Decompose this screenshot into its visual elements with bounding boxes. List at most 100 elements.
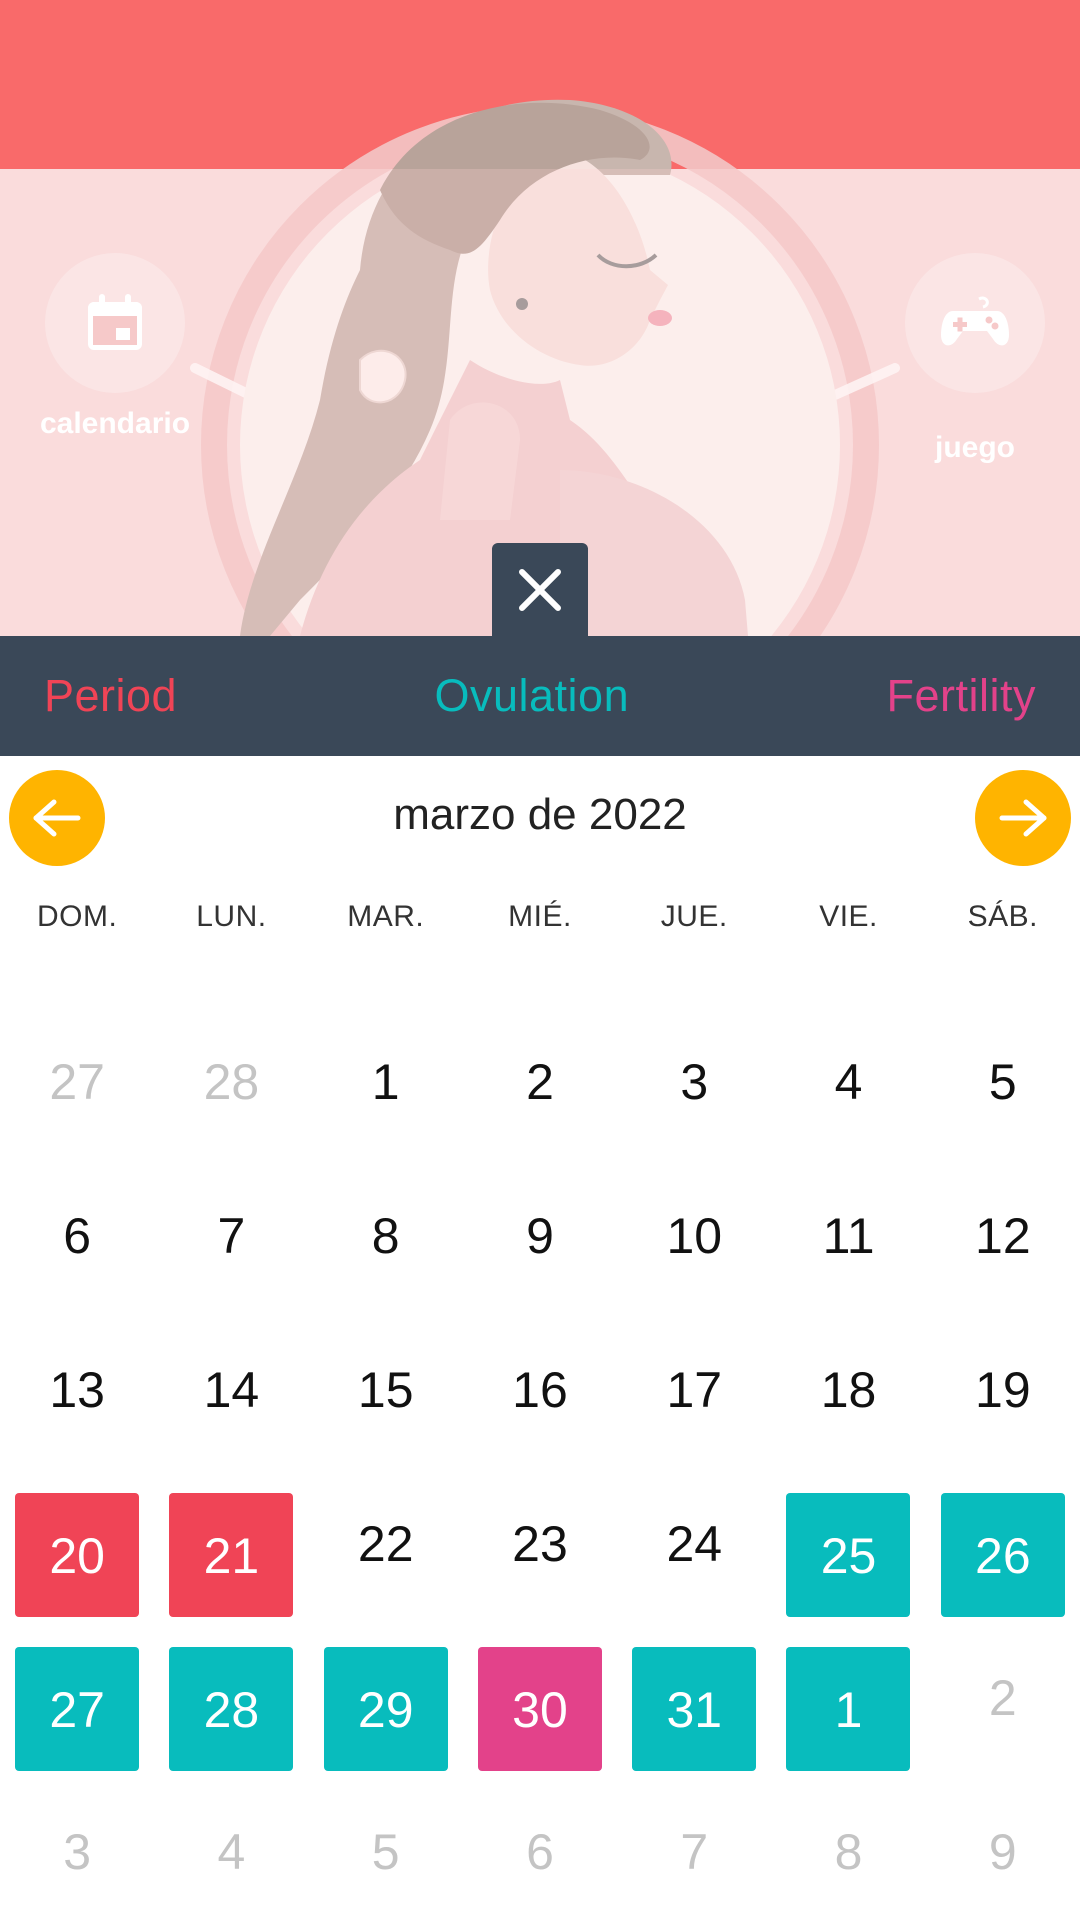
calendar-day-number: 15: [357, 1362, 414, 1418]
calendar-day-cell[interactable]: 10: [617, 1159, 771, 1313]
calendar-day-number: 17: [666, 1362, 723, 1418]
weekday-label: MIÉ.: [508, 900, 572, 933]
next-month-button[interactable]: [975, 770, 1071, 866]
calendar-day-cell[interactable]: 23: [463, 1467, 617, 1621]
calendar-day-number: 27: [49, 1054, 105, 1110]
calendar-week-row: 3 4 5 6 7 8 9: [0, 1775, 1080, 1929]
calendar-day-cell[interactable]: 30: [463, 1621, 617, 1775]
weekday-label: MAR.: [347, 900, 425, 933]
calendar-day-cell[interactable]: 6: [0, 1159, 154, 1313]
calendar-day-number: 3: [63, 1824, 92, 1880]
calendar-day-cell[interactable]: 7: [617, 1775, 771, 1929]
legend-bar: Period Ovulation Fertility: [0, 636, 1080, 756]
calendar-day-number: 5: [988, 1054, 1017, 1110]
calendar-day-cell[interactable]: 13: [0, 1313, 154, 1467]
calendar-day-cell[interactable]: 7: [154, 1159, 308, 1313]
calendar-day-cell[interactable]: 28: [154, 1005, 308, 1159]
arrow-left-icon: [33, 799, 81, 837]
calendar-day-cell[interactable]: 1: [771, 1621, 925, 1775]
calendar-day-cell[interactable]: 29: [309, 1621, 463, 1775]
calendar-day-number: 4: [217, 1824, 246, 1880]
weekday-label: VIE.: [819, 900, 878, 933]
calendar-day-number: 9: [988, 1824, 1017, 1880]
calendar-day-cell[interactable]: 31: [617, 1621, 771, 1775]
calendar-day-cell[interactable]: 2: [463, 1005, 617, 1159]
prev-month-button[interactable]: [9, 770, 105, 866]
calendar-day-cell[interactable]: 8: [771, 1775, 925, 1929]
gamepad-icon: [905, 253, 1045, 393]
calendar-day-cell[interactable]: 4: [154, 1775, 308, 1929]
legend-fertility: Fertility: [886, 670, 1036, 721]
calendar-day-number: 25: [820, 1528, 877, 1584]
calendar-day-cell[interactable]: 16: [463, 1313, 617, 1467]
calendar-feature-button[interactable]: calendario: [20, 253, 210, 441]
calendar-day-cell[interactable]: 27: [0, 1621, 154, 1775]
calendar-day-cell[interactable]: 25: [771, 1467, 925, 1621]
calendar-day-cell[interactable]: 18: [771, 1313, 925, 1467]
close-icon: [519, 569, 561, 611]
calendar-day-number: 30: [512, 1682, 568, 1738]
game-feature-label: juego: [935, 431, 1015, 464]
calendar-day-cell[interactable]: 1: [309, 1005, 463, 1159]
calendar-day-number: 6: [63, 1208, 92, 1264]
calendar-day-cell[interactable]: 17: [617, 1313, 771, 1467]
calendar-day-cell[interactable]: 8: [309, 1159, 463, 1313]
calendar-day-number: 19: [975, 1362, 1031, 1418]
calendar-day-number: 26: [975, 1528, 1031, 1584]
calendar-day-cell[interactable]: 9: [463, 1159, 617, 1313]
calendar-day-cell[interactable]: 19: [926, 1313, 1080, 1467]
calendar-day-cell[interactable]: 6: [463, 1775, 617, 1929]
calendar-day-cell[interactable]: 20: [0, 1467, 154, 1621]
calendar-day-number: 31: [666, 1682, 723, 1738]
calendar-day-cell[interactable]: 11: [771, 1159, 925, 1313]
weekday-label: DOM.: [36, 900, 118, 933]
calendar-day-cell[interactable]: 5: [309, 1775, 463, 1929]
calendar-day-number: 13: [49, 1362, 105, 1418]
calendar-day-number: 1: [834, 1682, 863, 1738]
calendar-week-row: 27 28 1 2 3 4 5: [0, 1005, 1080, 1159]
calendar-day-number: 1: [371, 1054, 400, 1110]
calendar-day-number: 21: [203, 1528, 260, 1584]
calendar-day-cell[interactable]: 5: [926, 1005, 1080, 1159]
legend-ovulation: Ovulation: [434, 670, 630, 721]
calendar-day-number: 11: [822, 1208, 875, 1264]
calendar-day-number: 12: [975, 1208, 1031, 1264]
weekday-label: JUE.: [660, 900, 728, 933]
calendar-day-number: 6: [526, 1824, 554, 1880]
calendar-day-cell[interactable]: 3: [617, 1005, 771, 1159]
calendar-day-number: 29: [357, 1682, 414, 1738]
calendar-day-number: 10: [666, 1208, 723, 1264]
month-title: marzo de 2022: [393, 790, 687, 839]
calendar-day-cell[interactable]: 15: [309, 1313, 463, 1467]
calendar-day-number: 14: [203, 1362, 260, 1418]
calendar-day-cell[interactable]: 28: [154, 1621, 308, 1775]
calendar-day-cell[interactable]: 2: [926, 1621, 1080, 1775]
calendar-day-cell[interactable]: 24: [617, 1467, 771, 1621]
calendar-week-row: 20 21 22 23 24 25 26: [0, 1467, 1080, 1621]
calendar-day-number: 27: [49, 1682, 105, 1738]
weekday-header: DOM. LUN. MAR. MIÉ. JUE. VIE. SÁB.: [0, 900, 1080, 934]
calendar-day-cell[interactable]: 9: [926, 1775, 1080, 1929]
calendar-day-cell[interactable]: 3: [0, 1775, 154, 1929]
calendar-day-cell[interactable]: 22: [309, 1467, 463, 1621]
calendar-day-cell[interactable]: 12: [926, 1159, 1080, 1313]
calendar-day-number: 24: [666, 1516, 723, 1572]
calendar-day-cell[interactable]: 21: [154, 1467, 308, 1621]
close-button[interactable]: [492, 543, 588, 637]
calendar-day-number: 16: [512, 1362, 568, 1418]
calendar-day-number: 18: [820, 1362, 877, 1418]
calendar-day-cell[interactable]: 4: [771, 1005, 925, 1159]
calendar-day-number: 8: [371, 1208, 400, 1264]
game-feature-button[interactable]: juego: [880, 253, 1070, 465]
weekday-label: SÁB.: [967, 900, 1039, 933]
calendar-day-number: 22: [357, 1516, 414, 1572]
calendar-day-cell[interactable]: 14: [154, 1313, 308, 1467]
calendar-day-cell[interactable]: 26: [926, 1467, 1080, 1621]
calendar-day-cell[interactable]: 27: [0, 1005, 154, 1159]
calendar-icon: [45, 253, 185, 393]
calendar-day-number: 4: [834, 1054, 863, 1110]
calendar-grid: 27 28 1 2 3 4 5 6 7 8 9 10 11 12 13 14 15 16 17 18 19 20 21 22 2…: [0, 1005, 1080, 1929]
calendar-day-number: 2: [988, 1670, 1017, 1726]
calendar-day-number: 28: [203, 1682, 260, 1738]
calendar-day-number: 7: [680, 1824, 709, 1880]
